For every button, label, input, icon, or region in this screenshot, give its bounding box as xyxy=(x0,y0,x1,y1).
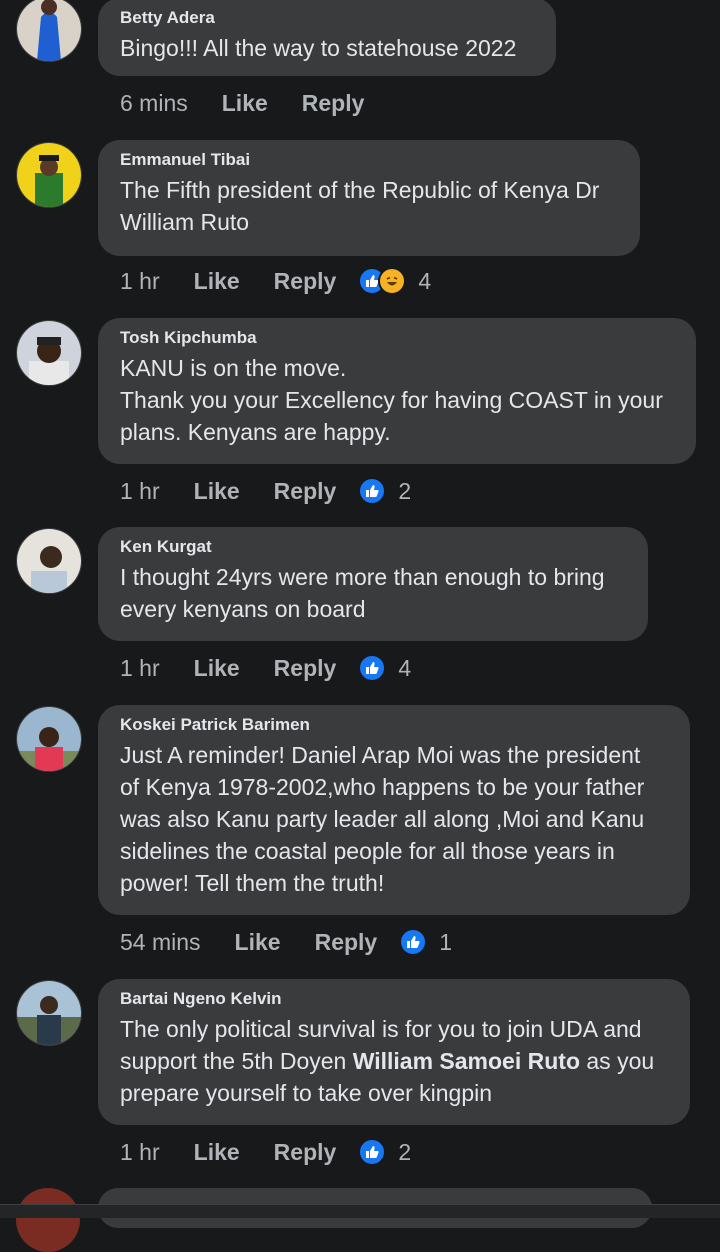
comment-text-line: William Ruto xyxy=(120,209,250,235)
comment-text: Bingo!!! All the way to statehouse 2022 xyxy=(120,35,517,61)
comment-text-line: plans. Kenyans are happy. xyxy=(120,419,391,445)
comment-bubble: Tosh Kipchumba KANU is on the move. Than… xyxy=(98,318,696,464)
comment-text-line: Thank you your Excellency for having COA… xyxy=(120,387,663,413)
comment-text-line: every kenyans on board xyxy=(120,596,366,622)
like-icon xyxy=(358,1138,387,1166)
avatar[interactable] xyxy=(16,706,82,772)
avatar[interactable] xyxy=(16,0,82,62)
comment-text: The Fifth president of the Republic of K… xyxy=(120,174,618,238)
timestamp[interactable]: 6 mins xyxy=(120,90,188,117)
avatar[interactable] xyxy=(16,1188,80,1252)
timestamp[interactable]: 54 mins xyxy=(120,929,201,956)
like-icon xyxy=(358,654,387,682)
reply-button[interactable]: Reply xyxy=(274,1139,337,1166)
comment-text: KANU is on the move. Thank you your Exce… xyxy=(120,352,674,448)
comment-text-line: power! Tell them the truth! xyxy=(120,870,385,896)
avatar[interactable] xyxy=(16,320,82,386)
comment-text-line: Just A reminder! Daniel Arap Moi was the… xyxy=(120,742,641,768)
author-name[interactable]: Betty Adera xyxy=(120,8,534,28)
comment-text-line: The only political survival is for you t… xyxy=(120,1016,642,1042)
reaction-count: 1 xyxy=(439,928,453,955)
author-name[interactable]: Ken Kurgat xyxy=(120,537,626,557)
timestamp[interactable]: 1 hr xyxy=(120,268,160,295)
reply-button[interactable]: Reply xyxy=(315,929,378,956)
comment-text: The only political survival is for you t… xyxy=(120,1013,668,1109)
like-button[interactable]: Like xyxy=(194,1139,240,1166)
comment-text-line: prepare yourself to take over kingpin xyxy=(120,1080,493,1106)
reaction-count: 4 xyxy=(418,267,432,294)
timestamp[interactable]: 1 hr xyxy=(120,655,160,682)
comment-text-line: The Fifth president of the Republic of K… xyxy=(120,177,600,203)
reactions-summary[interactable]: 4 xyxy=(358,654,411,682)
comment-text-line: sidelines the coastal people for all tho… xyxy=(120,838,615,864)
timestamp[interactable]: 1 hr xyxy=(120,478,160,505)
bottom-bar xyxy=(0,1204,720,1218)
author-name[interactable]: Emmanuel Tibai xyxy=(120,150,618,170)
avatar[interactable] xyxy=(16,142,82,208)
reaction-count: 2 xyxy=(398,477,412,504)
reply-button[interactable]: Reply xyxy=(274,655,337,682)
comment-text: Just A reminder! Daniel Arap Moi was the… xyxy=(120,739,668,899)
author-name[interactable]: Koskei Patrick Barimen xyxy=(120,715,668,735)
author-name[interactable]: Bartai Ngeno Kelvin xyxy=(120,989,668,1009)
reply-button[interactable]: Reply xyxy=(302,90,365,117)
comment-text-segment: support the 5th Doyen xyxy=(120,1048,353,1074)
comment-bubble: Emmanuel Tibai The Fifth president of th… xyxy=(98,140,640,256)
reply-button[interactable]: Reply xyxy=(274,478,337,505)
comment-bubble: Bartai Ngeno Kelvin The only political s… xyxy=(98,979,690,1125)
comment-actions: 54 mins Like Reply 1 xyxy=(120,927,452,957)
comment-actions: 6 mins Like Reply xyxy=(120,88,398,118)
comment-text-segment: as you xyxy=(580,1048,655,1074)
reaction-count: 2 xyxy=(398,1138,412,1165)
like-button[interactable]: Like xyxy=(194,268,240,295)
timestamp[interactable]: 1 hr xyxy=(120,1139,160,1166)
mentioned-name[interactable]: William Samoei Ruto xyxy=(353,1048,580,1074)
reactions-summary[interactable]: 4 xyxy=(358,267,431,295)
comment-text-line: was also Kanu party leader all along ,Mo… xyxy=(120,806,645,832)
like-button[interactable]: Like xyxy=(194,478,240,505)
comment-text-line: KANU is on the move. xyxy=(120,355,347,381)
author-name[interactable]: Tosh Kipchumba xyxy=(120,328,674,348)
comment-text: I thought 24yrs were more than enough to… xyxy=(120,561,626,625)
comment-actions: 1 hr Like Reply 4 xyxy=(120,653,411,683)
like-button[interactable]: Like xyxy=(222,90,268,117)
haha-icon xyxy=(378,267,407,295)
reactions-summary[interactable]: 1 xyxy=(399,928,452,956)
comment-text-line: I thought 24yrs were more than enough to… xyxy=(120,564,605,590)
comment-bubble: Betty Adera Bingo!!! All the way to stat… xyxy=(98,0,556,76)
like-button[interactable]: Like xyxy=(194,655,240,682)
comment-bubble: Koskei Patrick Barimen Just A reminder! … xyxy=(98,705,690,915)
comment-actions: 1 hr Like Reply 2 xyxy=(120,1137,411,1167)
comment-bubble: Ken Kurgat I thought 24yrs were more tha… xyxy=(98,527,648,641)
comment-actions: 1 hr Like Reply 2 xyxy=(120,476,411,506)
comment-text-line: support the 5th Doyen William Samoei Rut… xyxy=(120,1045,668,1077)
reply-button[interactable]: Reply xyxy=(274,268,337,295)
reactions-summary[interactable]: 2 xyxy=(358,477,411,505)
reactions-summary[interactable]: 2 xyxy=(358,1138,411,1166)
reaction-count: 4 xyxy=(398,654,412,681)
avatar[interactable] xyxy=(16,980,82,1046)
like-icon xyxy=(358,477,387,505)
comment-actions: 1 hr Like Reply 4 xyxy=(120,266,431,296)
avatar[interactable] xyxy=(16,528,82,594)
comment-text-line: of Kenya 1978-2002,who happens to be you… xyxy=(120,774,645,800)
like-icon xyxy=(399,928,428,956)
like-button[interactable]: Like xyxy=(235,929,281,956)
